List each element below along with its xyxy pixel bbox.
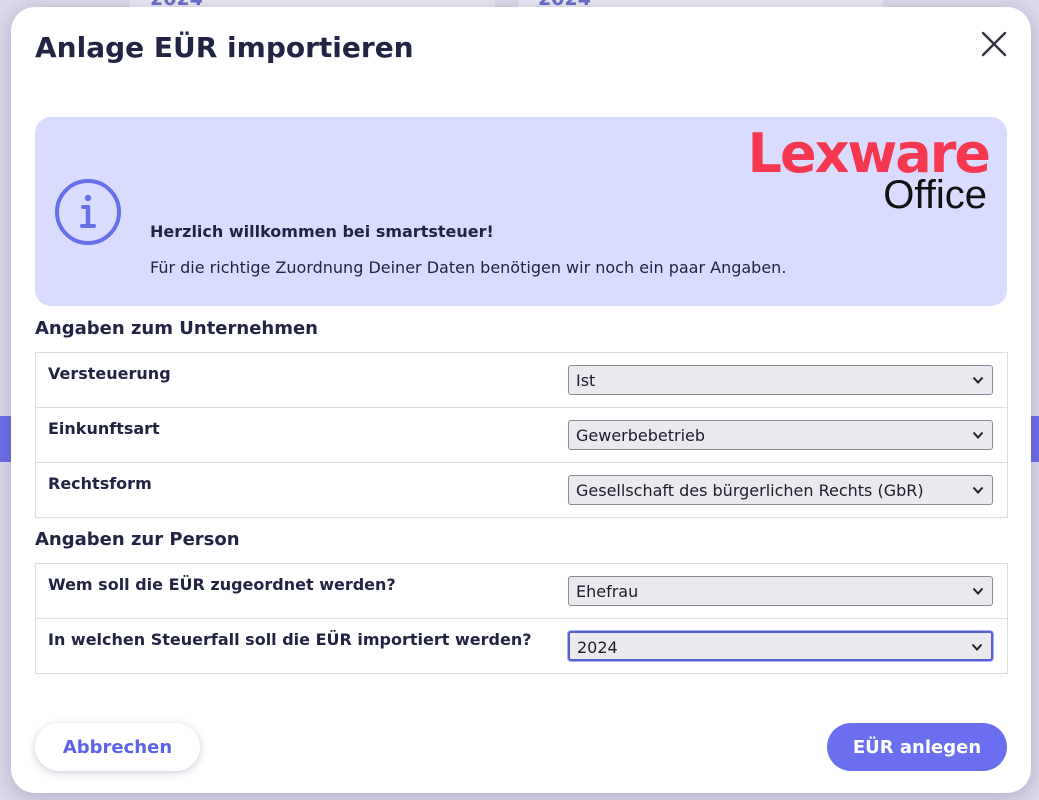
chevron-down-icon: [972, 486, 984, 494]
create-eur-button[interactable]: EÜR anlegen: [827, 723, 1007, 771]
income-type-select[interactable]: Gewerbebetrieb: [568, 420, 993, 450]
legal-form-select[interactable]: Gesellschaft des bürgerlichen Rechts (Gb…: [568, 475, 993, 505]
taxation-select[interactable]: Ist: [568, 365, 993, 395]
select-value: Ist: [576, 371, 596, 390]
close-icon: [981, 31, 1007, 57]
close-button[interactable]: [977, 27, 1011, 61]
company-form: Versteuerung Ist Einkunftsart Gewerbebet…: [35, 352, 1008, 518]
field-label: In welchen Steuerfall soll die EÜR impor…: [48, 630, 532, 649]
assignee-select[interactable]: Ehefrau: [568, 576, 993, 606]
form-row-income-type: Einkunftsart Gewerbebetrieb: [36, 408, 1007, 463]
person-form: Wem soll die EÜR zugeordnet werden? Ehef…: [35, 563, 1008, 674]
select-value: Ehefrau: [576, 582, 639, 601]
select-value: Gewerbebetrieb: [576, 426, 706, 445]
import-dialog: Anlage EÜR importieren Lexware Office He…: [11, 7, 1031, 793]
section-title-company: Angaben zum Unternehmen: [35, 318, 318, 339]
form-row-taxation: Versteuerung Ist: [36, 353, 1007, 408]
field-label: Einkunftsart: [48, 419, 160, 438]
select-value: Gesellschaft des bürgerlichen Rechts (Gb…: [576, 481, 924, 500]
welcome-info-box: Lexware Office Herzlich willkommen bei s…: [35, 117, 1007, 306]
lexware-office-logo: Lexware Office: [699, 127, 991, 221]
field-label: Rechtsform: [48, 474, 152, 493]
logo-wordmark-bottom: Office: [883, 173, 987, 217]
welcome-heading: Herzlich willkommen bei smartsteuer!: [150, 222, 494, 241]
chevron-down-icon: [971, 643, 983, 651]
form-row-legal-form: Rechtsform Gesellschaft des bürgerlichen…: [36, 463, 1007, 518]
welcome-text: Für die richtige Zuordnung Deiner Daten …: [150, 258, 787, 277]
dialog-title: Anlage EÜR importieren: [35, 31, 414, 64]
field-label: Versteuerung: [48, 364, 171, 383]
select-value: 2024: [577, 638, 618, 657]
field-label: Wem soll die EÜR zugeordnet werden?: [48, 575, 396, 594]
chevron-down-icon: [972, 587, 984, 595]
info-icon: [55, 179, 121, 245]
form-row-tax-case: In welchen Steuerfall soll die EÜR impor…: [36, 619, 1007, 674]
section-title-person: Angaben zur Person: [35, 529, 240, 550]
form-row-assignee: Wem soll die EÜR zugeordnet werden? Ehef…: [36, 564, 1007, 619]
tax-case-select[interactable]: 2024: [568, 631, 993, 661]
chevron-down-icon: [972, 431, 984, 439]
chevron-down-icon: [972, 376, 984, 384]
cancel-button[interactable]: Abbrechen: [35, 723, 200, 771]
